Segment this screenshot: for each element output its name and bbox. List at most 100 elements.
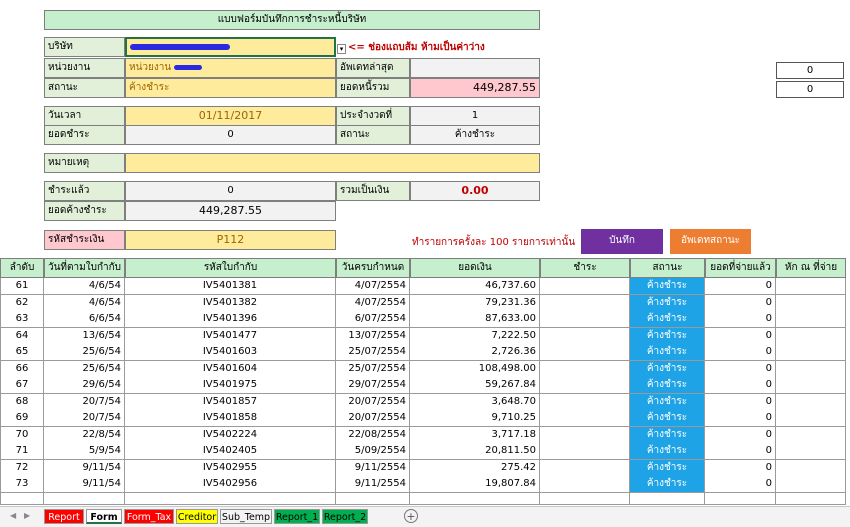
cell-code[interactable]: IV5402405 xyxy=(125,443,336,460)
cell-empty[interactable] xyxy=(540,327,630,345)
cell-status[interactable]: ค้างชำระ xyxy=(630,278,705,295)
cell-empty[interactable] xyxy=(776,492,846,505)
cell-empty[interactable] xyxy=(776,443,846,460)
cell-date[interactable]: 25/6/54 xyxy=(44,344,125,361)
cell-paid[interactable]: 0 xyxy=(705,311,776,328)
cell-paid[interactable]: 0 xyxy=(705,278,776,295)
cell-status[interactable]: ค้างชำระ xyxy=(630,410,705,427)
cell-paid[interactable]: 0 xyxy=(705,294,776,312)
cell-empty[interactable] xyxy=(540,476,630,493)
cell-due[interactable]: 25/07/2554 xyxy=(336,360,410,378)
cell-code[interactable]: IV5401603 xyxy=(125,344,336,361)
scroll-left-icon[interactable]: ◀ xyxy=(10,511,16,520)
cell-due[interactable]: 4/07/2554 xyxy=(336,294,410,312)
cell-due[interactable]: 6/07/2554 xyxy=(336,311,410,328)
cell-empty[interactable] xyxy=(540,377,630,394)
cell-no[interactable]: 72 xyxy=(0,459,44,477)
cell-no[interactable]: 67 xyxy=(0,377,44,394)
cell-paid[interactable]: 0 xyxy=(705,443,776,460)
sheet-tab-sub-temp[interactable]: Sub_Temp xyxy=(220,509,272,524)
cell-empty[interactable] xyxy=(540,443,630,460)
dropdown-arrow-icon[interactable]: ▾ xyxy=(337,44,346,54)
cell-empty[interactable] xyxy=(776,327,846,345)
cell-empty[interactable] xyxy=(776,426,846,444)
cell-amount[interactable]: 87,633.00 xyxy=(410,311,540,328)
cell-code[interactable]: IV5401857 xyxy=(125,393,336,411)
cell-status[interactable]: ค้างชำระ xyxy=(630,393,705,411)
cell-status[interactable]: ค้างชำระ xyxy=(630,459,705,477)
cell-date[interactable]: 9/11/54 xyxy=(44,459,125,477)
update-status-button[interactable]: อัพเดทสถานะ xyxy=(670,229,751,254)
cell-code[interactable]: IV5401382 xyxy=(125,294,336,312)
cell-status[interactable]: ค้างชำระ xyxy=(630,377,705,394)
cell-code[interactable]: IV5401858 xyxy=(125,410,336,427)
cell-empty[interactable] xyxy=(630,492,705,505)
code-field[interactable]: P112 xyxy=(125,230,336,250)
cell-no[interactable]: 73 xyxy=(0,476,44,493)
cell-empty[interactable] xyxy=(0,492,44,505)
cell-no[interactable]: 70 xyxy=(0,426,44,444)
cell-empty[interactable] xyxy=(776,294,846,312)
cell-due[interactable]: 20/07/2554 xyxy=(336,410,410,427)
cell-due[interactable]: 5/09/2554 xyxy=(336,443,410,460)
cell-paid[interactable]: 0 xyxy=(705,377,776,394)
cell-no[interactable]: 64 xyxy=(0,327,44,345)
date-field[interactable]: 01/11/2017 xyxy=(125,106,336,126)
cell-date[interactable]: 20/7/54 xyxy=(44,393,125,411)
cell-amount[interactable]: 79,231.36 xyxy=(410,294,540,312)
sheet-tab-form-tax[interactable]: Form_Tax xyxy=(124,509,174,524)
cell-no[interactable]: 63 xyxy=(0,311,44,328)
sheet-tab-form[interactable]: Form xyxy=(86,509,122,524)
cell-status[interactable]: ค้างชำระ xyxy=(630,426,705,444)
cell-paid[interactable]: 0 xyxy=(705,360,776,378)
cell-status[interactable]: ค้างชำระ xyxy=(630,360,705,378)
cell-empty[interactable] xyxy=(410,492,540,505)
sheet-tab-report[interactable]: Report xyxy=(44,509,84,524)
cell-amount[interactable]: 3,648.70 xyxy=(410,393,540,411)
cell-no[interactable]: 65 xyxy=(0,344,44,361)
cell-empty[interactable] xyxy=(705,492,776,505)
cell-status[interactable]: ค้างชำระ xyxy=(630,344,705,361)
company-field[interactable] xyxy=(125,37,336,57)
cell-empty[interactable] xyxy=(540,426,630,444)
status-field[interactable]: ค้างชำระ xyxy=(125,78,336,98)
cell-due[interactable]: 22/08/2554 xyxy=(336,426,410,444)
cell-amount[interactable]: 3,717.18 xyxy=(410,426,540,444)
cell-empty[interactable] xyxy=(44,492,125,505)
cell-amount[interactable]: 108,498.00 xyxy=(410,360,540,378)
cell-empty[interactable] xyxy=(776,393,846,411)
cell-due[interactable]: 4/07/2554 xyxy=(336,278,410,295)
cell-code[interactable]: IV5402956 xyxy=(125,476,336,493)
cell-due[interactable]: 25/07/2554 xyxy=(336,344,410,361)
cell-due[interactable]: 29/07/2554 xyxy=(336,377,410,394)
sheet-tab-report-1[interactable]: Report_1 xyxy=(274,509,320,524)
cell-empty[interactable] xyxy=(540,360,630,378)
cell-date[interactable]: 5/9/54 xyxy=(44,443,125,460)
cell-date[interactable]: 9/11/54 xyxy=(44,476,125,493)
add-sheet-icon[interactable]: + xyxy=(404,509,418,523)
cell-empty[interactable] xyxy=(336,492,410,505)
cell-empty[interactable] xyxy=(540,410,630,427)
cell-paid[interactable]: 0 xyxy=(705,459,776,477)
cell-date[interactable]: 29/6/54 xyxy=(44,377,125,394)
cell-empty[interactable] xyxy=(776,377,846,394)
cell-empty[interactable] xyxy=(776,278,846,295)
cell-status[interactable]: ค้างชำระ xyxy=(630,311,705,328)
cell-date[interactable]: 22/8/54 xyxy=(44,426,125,444)
cell-no[interactable]: 71 xyxy=(0,443,44,460)
cell-amount[interactable]: 20,811.50 xyxy=(410,443,540,460)
cell-due[interactable]: 9/11/2554 xyxy=(336,476,410,493)
cell-empty[interactable] xyxy=(540,393,630,411)
cell-empty[interactable] xyxy=(540,492,630,505)
cell-empty[interactable] xyxy=(540,294,630,312)
cell-amount[interactable]: 9,710.25 xyxy=(410,410,540,427)
cell-status[interactable]: ค้างชำระ xyxy=(630,327,705,345)
cell-amount[interactable]: 7,222.50 xyxy=(410,327,540,345)
cell-empty[interactable] xyxy=(125,492,336,505)
cell-empty[interactable] xyxy=(540,278,630,295)
cell-date[interactable]: 4/6/54 xyxy=(44,294,125,312)
note-field[interactable] xyxy=(125,153,540,173)
cell-status[interactable]: ค้างชำระ xyxy=(630,443,705,460)
cell-empty[interactable] xyxy=(776,344,846,361)
cell-paid[interactable]: 0 xyxy=(705,426,776,444)
